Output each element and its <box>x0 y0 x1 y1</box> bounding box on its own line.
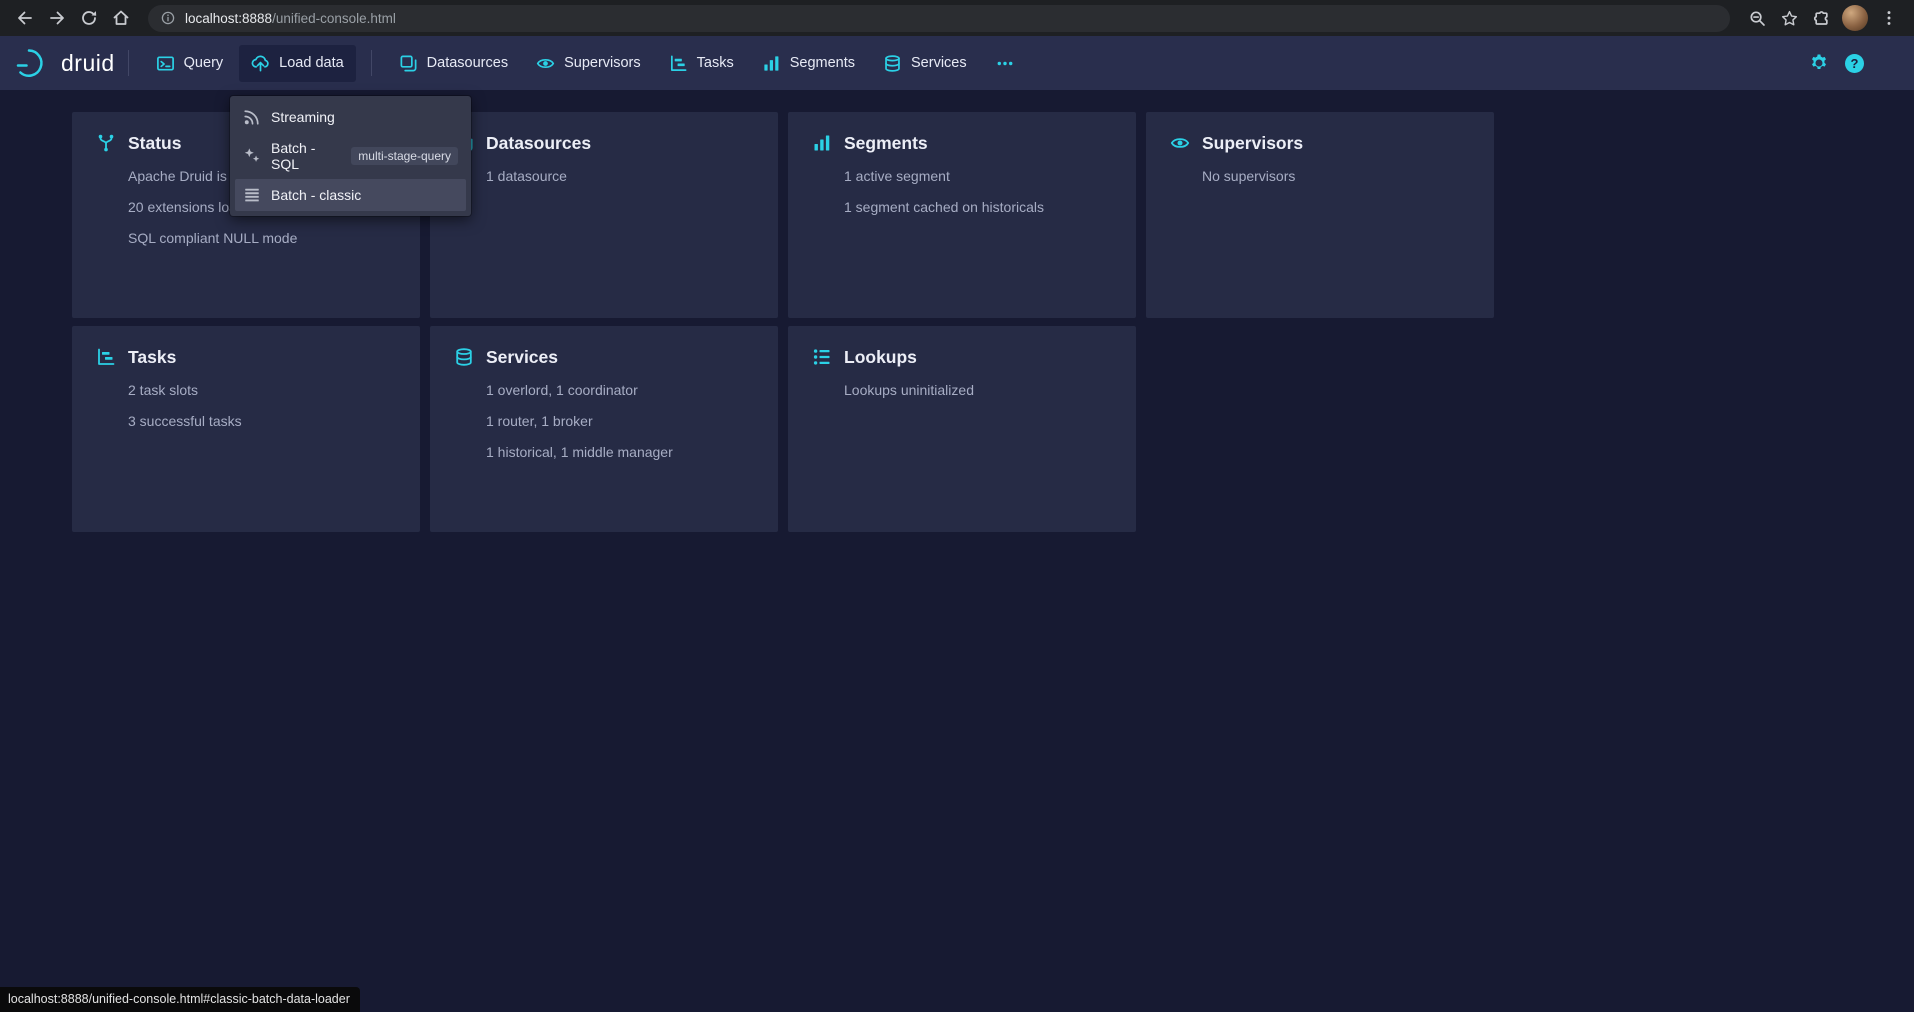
sparkle-icon <box>243 147 261 165</box>
bookmark-button[interactable] <box>1774 3 1804 33</box>
tasks-gantt-icon <box>669 54 688 73</box>
card-line: 1 overlord, 1 coordinator <box>486 382 754 398</box>
card-line: 1 historical, 1 middle manager <box>486 444 754 460</box>
header-separator <box>128 50 129 76</box>
query-icon <box>156 54 175 73</box>
card-line: 3 successful tasks <box>128 413 396 429</box>
status-fork-icon <box>96 133 116 153</box>
zoom-icon <box>1748 9 1767 28</box>
forward-button[interactable] <box>42 3 72 33</box>
refresh-icon <box>79 8 99 28</box>
segments-barchart-icon <box>812 133 832 153</box>
card-title: Lookups <box>844 347 917 367</box>
nav-label: Query <box>184 55 224 71</box>
star-icon <box>1780 9 1799 28</box>
card-tasks[interactable]: Tasks 2 task slots 3 successful tasks <box>72 326 420 532</box>
nav-label: Tasks <box>697 55 734 71</box>
tasks-gantt-icon <box>96 347 116 367</box>
nav-label: Supervisors <box>564 55 641 71</box>
card-line: 1 router, 1 broker <box>486 413 754 429</box>
settings-gear-icon[interactable] <box>1809 53 1829 73</box>
card-datasources[interactable]: Datasources 1 datasource <box>430 112 778 318</box>
card-title: Tasks <box>128 347 176 367</box>
card-line: SQL compliant NULL mode <box>128 230 396 246</box>
supervisors-eye-icon <box>1170 133 1190 153</box>
card-line: 2 task slots <box>128 382 396 398</box>
lookups-properties-icon <box>812 347 832 367</box>
druid-logo-icon <box>16 47 52 79</box>
back-icon <box>15 8 35 28</box>
datasources-icon <box>399 54 418 73</box>
nav-more-button[interactable] <box>983 45 1027 82</box>
load-data-icon <box>251 54 270 73</box>
site-info-icon[interactable] <box>160 10 176 26</box>
nav-label: Load data <box>279 55 344 71</box>
card-line: 1 active segment <box>844 168 1112 184</box>
home-button[interactable] <box>106 3 136 33</box>
browser-menu-button[interactable] <box>1874 3 1904 33</box>
menu-item-batch-classic[interactable]: Batch - classic <box>235 179 466 211</box>
services-database-icon <box>883 54 902 73</box>
card-services[interactable]: Services 1 overlord, 1 coordinator 1 rou… <box>430 326 778 532</box>
nav-label: Segments <box>790 55 855 71</box>
home-icon <box>111 8 131 28</box>
services-database-icon <box>454 347 474 367</box>
forward-icon <box>47 8 67 28</box>
nav-segments[interactable]: Segments <box>750 45 867 82</box>
card-supervisors[interactable]: Supervisors No supervisors <box>1146 112 1494 318</box>
avatar[interactable] <box>1842 5 1868 31</box>
kebab-menu-icon <box>1880 9 1898 27</box>
druid-logo[interactable]: druid <box>16 47 115 79</box>
nav-label: Services <box>911 55 967 71</box>
card-line: 1 datasource <box>486 168 754 184</box>
browser-toolbar: localhost:8888/unified-console.html <box>0 0 1914 36</box>
card-title: Status <box>128 133 181 153</box>
card-title: Supervisors <box>1202 133 1303 153</box>
nav-services[interactable]: Services <box>871 45 979 82</box>
back-button[interactable] <box>10 3 40 33</box>
nav-datasources[interactable]: Datasources <box>387 45 520 82</box>
card-line: No supervisors <box>1202 168 1470 184</box>
menu-item-label: Batch - SQL <box>271 140 341 172</box>
multi-stage-query-tag: multi-stage-query <box>351 147 458 165</box>
menu-item-streaming[interactable]: Streaming <box>235 101 466 133</box>
card-title: Segments <box>844 133 928 153</box>
url-path: /unified-console.html <box>272 11 396 26</box>
link-status-tooltip: localhost:8888/unified-console.html#clas… <box>0 987 360 1012</box>
card-title: Datasources <box>486 133 591 153</box>
header-separator <box>371 50 372 76</box>
segments-barchart-icon <box>762 54 781 73</box>
load-data-menu: Streaming Batch - SQL multi-stage-query … <box>230 96 471 216</box>
zoom-button[interactable] <box>1742 3 1772 33</box>
card-line: 1 segment cached on historicals <box>844 199 1112 215</box>
nav-label: Datasources <box>427 55 508 71</box>
nav-supervisors[interactable]: Supervisors <box>524 45 653 82</box>
extensions-puzzle-icon <box>1812 9 1831 28</box>
url-text: localhost:8888/unified-console.html <box>185 11 396 26</box>
extensions-button[interactable] <box>1806 3 1836 33</box>
nav-query[interactable]: Query <box>144 45 236 82</box>
logo-text: druid <box>61 50 115 77</box>
more-ellipsis-icon <box>995 54 1015 73</box>
menu-item-label: Streaming <box>271 109 335 125</box>
url-bar[interactable]: localhost:8888/unified-console.html <box>148 5 1730 32</box>
card-title: Services <box>486 347 558 367</box>
stacked-lines-icon <box>243 186 261 204</box>
supervisors-eye-icon <box>536 54 555 73</box>
card-line: Lookups uninitialized <box>844 382 1112 398</box>
card-lookups[interactable]: Lookups Lookups uninitialized <box>788 326 1136 532</box>
nav-load-data[interactable]: Load data <box>239 45 356 82</box>
streaming-feed-icon <box>243 108 261 126</box>
help-icon[interactable]: ? <box>1845 54 1864 73</box>
card-segments[interactable]: Segments 1 active segment 1 segment cach… <box>788 112 1136 318</box>
app-header: druid Query Load data Datasources Superv… <box>0 36 1914 90</box>
refresh-button[interactable] <box>74 3 104 33</box>
home-view: Status Apache Druid is 20 extensions loa… <box>0 90 1914 1012</box>
nav-tasks[interactable]: Tasks <box>657 45 746 82</box>
url-host: localhost:8888 <box>185 11 272 26</box>
menu-item-label: Batch - classic <box>271 187 361 203</box>
menu-item-batch-sql[interactable]: Batch - SQL multi-stage-query <box>235 133 466 179</box>
